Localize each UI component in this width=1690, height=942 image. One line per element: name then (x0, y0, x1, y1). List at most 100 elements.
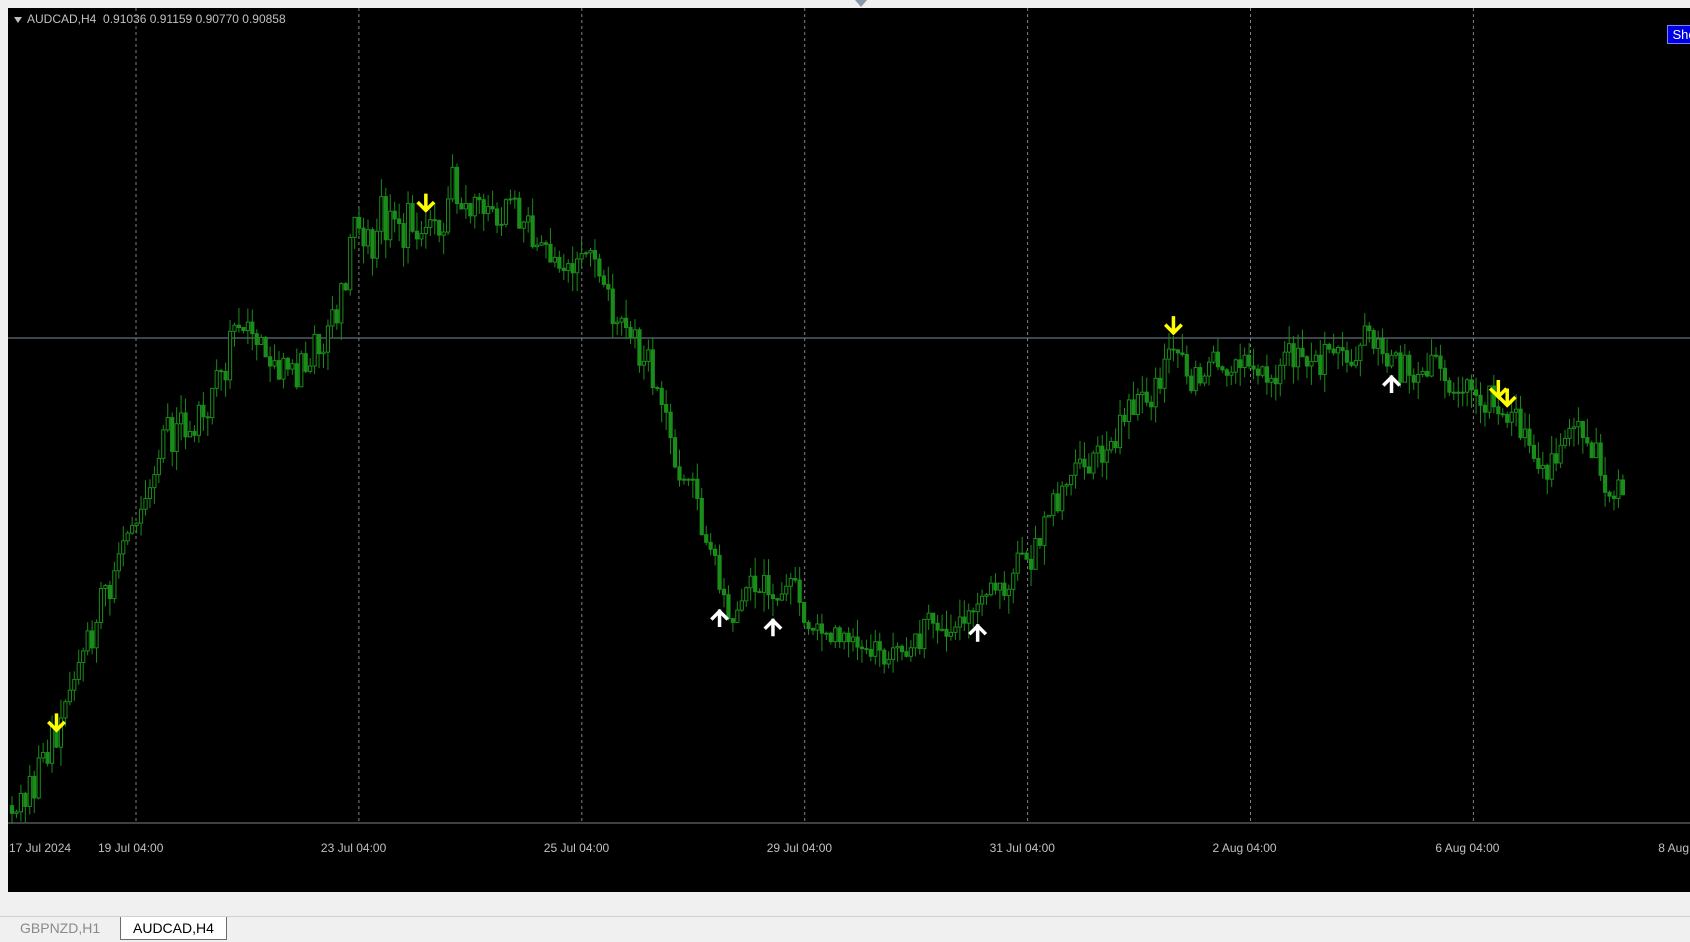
candle-body (526, 215, 531, 223)
candle-body (352, 216, 357, 238)
candle-body (1100, 445, 1105, 463)
candle-body (681, 478, 687, 481)
candle-body (1291, 343, 1296, 368)
buy-arrow-icon (710, 608, 730, 628)
candle-body (1144, 391, 1149, 403)
candle-body (1371, 330, 1376, 349)
candle-body (530, 215, 535, 248)
candle-body (1006, 588, 1011, 596)
candle-body (179, 412, 184, 425)
candle-body (770, 594, 776, 600)
time-axis-label: 8 Aug 04:00 (1658, 841, 1690, 855)
candle-body (152, 474, 157, 489)
candle-body (219, 370, 224, 373)
candle-body (873, 641, 878, 657)
chart-shift-marker-icon[interactable] (855, 0, 867, 7)
candle-body (486, 206, 491, 215)
candle-body (161, 429, 166, 459)
candle-body (388, 210, 393, 241)
candle-body (201, 404, 206, 418)
candle-body (601, 275, 606, 285)
candle-body (891, 647, 896, 660)
candle-body (975, 603, 980, 613)
candle-body (1376, 338, 1381, 349)
candle-body (143, 497, 148, 510)
candle-body (846, 632, 851, 643)
candle-body (1398, 352, 1403, 383)
candle-body (187, 430, 193, 438)
candle-body (1135, 394, 1140, 416)
candle-body (1598, 442, 1603, 476)
candle-body (882, 649, 887, 665)
candle-body (299, 353, 304, 388)
candle-body (980, 595, 985, 605)
candle-body (775, 598, 780, 601)
candle-body (1011, 572, 1016, 590)
candle-body (570, 263, 575, 274)
candle-body (1104, 449, 1109, 463)
candle-body (263, 337, 268, 358)
candle-body (557, 256, 562, 269)
candle-body (739, 600, 744, 611)
candle-body (1393, 352, 1399, 356)
candle-body (1402, 354, 1407, 383)
candle-body (988, 582, 994, 596)
candle-body (383, 196, 388, 241)
candle-body (432, 219, 437, 222)
candle-body (748, 575, 753, 589)
candle-body (156, 457, 161, 476)
candle-body (1411, 374, 1416, 383)
candle-body (1215, 351, 1221, 368)
tab-audcad-h4[interactable]: AUDCAD,H4 (120, 917, 227, 940)
candle-body (1322, 343, 1327, 375)
candle-body (419, 233, 424, 240)
candle-body (23, 792, 28, 807)
time-axis-label: 2 Aug 04:00 (1213, 841, 1277, 855)
candle-body (886, 658, 891, 665)
collapse-triangle-icon[interactable] (14, 16, 22, 23)
candle-body (494, 208, 500, 226)
candle-body (917, 633, 922, 650)
tab-gbpnzd-h1[interactable]: GBPNZD,H1 (8, 917, 112, 939)
candle-body (325, 325, 331, 353)
candlestick-chart[interactable]: 17 Jul 2024 19 Jul 04:00 23 Jul 04:00 25 Ju… (8, 8, 1690, 892)
show-button[interactable]: Show (1667, 25, 1690, 44)
chart-area[interactable]: 17 Jul 2024 19 Jul 04:00 23 Jul 04:00 25 Ju… (8, 8, 1690, 892)
candle-body (236, 324, 242, 329)
candle-body (1064, 484, 1069, 487)
candle-body (699, 497, 704, 536)
candle-body (32, 775, 37, 799)
candle-body (1171, 348, 1176, 351)
candle-body (316, 333, 322, 355)
candle-body (971, 610, 976, 613)
candle-body (672, 437, 678, 468)
buy-arrow-icon (1382, 374, 1401, 393)
candle-body (566, 263, 571, 272)
candle-body (583, 252, 589, 255)
candle-body (1189, 375, 1194, 392)
candle-body (490, 206, 495, 210)
candle-body (539, 242, 544, 246)
candle-body (290, 363, 295, 370)
candle-body (103, 584, 108, 590)
candle-body (655, 387, 660, 390)
candle-body (1046, 514, 1051, 518)
candle-body (183, 412, 188, 438)
candle-body (1420, 370, 1425, 375)
candle-body (508, 198, 513, 201)
candle-body (379, 196, 384, 232)
candle-body (677, 466, 682, 481)
candle-body (788, 578, 793, 587)
candle-body (1073, 462, 1078, 476)
candle-body (254, 333, 259, 345)
candle-body (481, 199, 486, 215)
candle-body (138, 508, 144, 524)
candle-body (361, 227, 366, 247)
candle-body (1033, 537, 1038, 570)
candle-body (374, 230, 379, 259)
candle-body (1060, 485, 1065, 512)
candle-body (259, 337, 264, 345)
candle-body (1469, 379, 1474, 391)
candle-body (116, 553, 121, 572)
candle-body (810, 628, 816, 631)
